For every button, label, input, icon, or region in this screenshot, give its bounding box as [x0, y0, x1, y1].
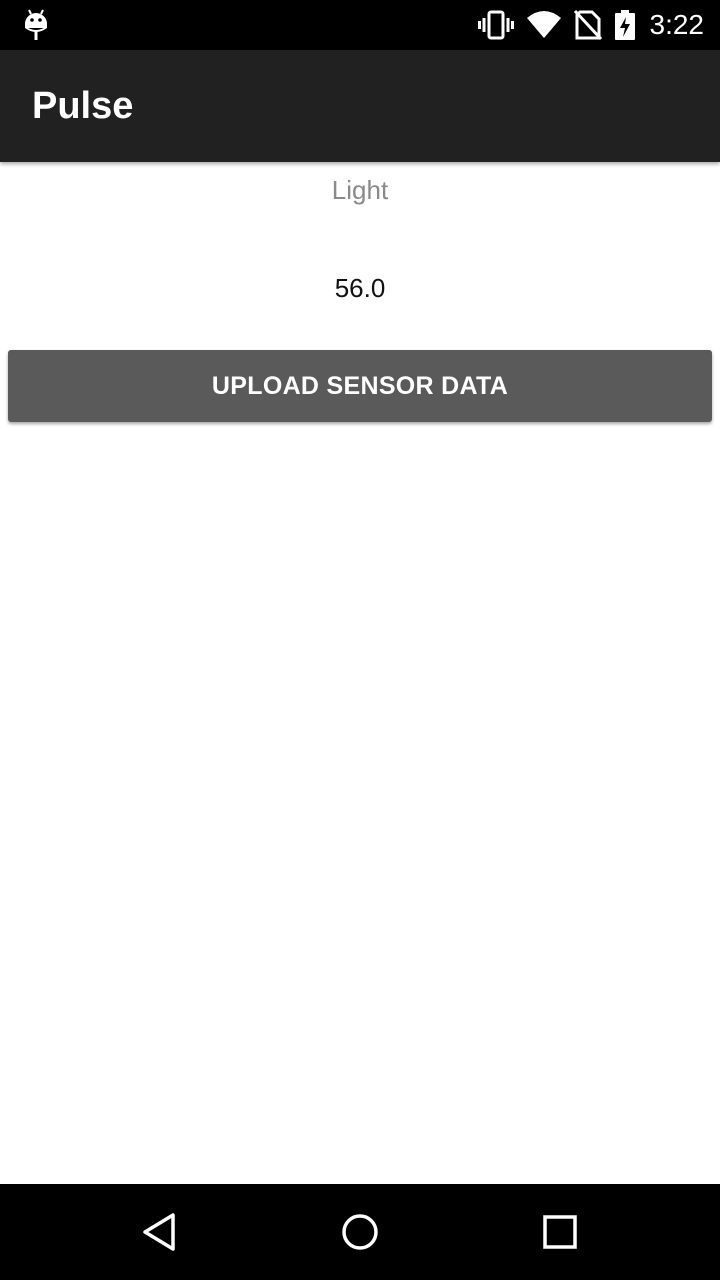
- status-icons: 3:22: [477, 0, 705, 50]
- no-sim-icon: [573, 9, 602, 41]
- sensor-label: Light: [331, 175, 389, 205]
- upload-sensor-data-button[interactable]: UPLOAD SENSOR DATA: [8, 350, 712, 422]
- app-title: Pulse: [32, 85, 134, 127]
- screen: 3:22 Pulse Light 56.0 UPLOAD SENSOR DATA: [0, 0, 720, 1280]
- recents-icon[interactable]: [536, 1208, 584, 1256]
- sensor-value: 56.0: [334, 273, 386, 303]
- android-debug-icon: [22, 8, 50, 42]
- status-bar: 3:22: [0, 0, 720, 50]
- home-icon[interactable]: [336, 1208, 384, 1256]
- vibrate-icon: [477, 10, 514, 40]
- app-bar: Pulse: [0, 50, 720, 162]
- back-icon[interactable]: [136, 1208, 184, 1256]
- wifi-icon: [526, 10, 562, 40]
- battery-charging-icon: [614, 10, 636, 40]
- status-time: 3:22: [649, 9, 705, 40]
- navigation-bar: [0, 1184, 720, 1280]
